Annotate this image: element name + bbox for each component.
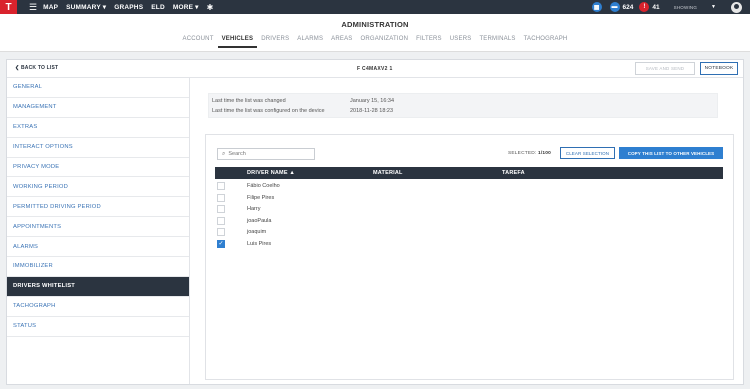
vehicle-card: ❮ BACK TO LIST F C4MAXV2 1 SAVE AND SEND… [6, 59, 744, 385]
admin-header: ADMINISTRATION ACCOUNT VEHICLES DRIVERS … [0, 14, 750, 52]
table-row[interactable]: joaquim [215, 226, 723, 238]
nav-map[interactable]: MAP [43, 4, 58, 11]
user-avatar-icon[interactable] [731, 1, 742, 13]
sidebar-item-management[interactable]: MANAGEMENT [7, 98, 189, 118]
info-row-configured: Last time the list was configured on the… [212, 108, 393, 114]
driver-name: joaoPaula [247, 217, 272, 224]
tab-drivers[interactable]: DRIVERS [257, 36, 293, 48]
configured-value: 2018-11-28 18:23 [350, 108, 394, 114]
logo-text: T [5, 1, 12, 13]
sidebar-item-extras[interactable]: EXTRAS [7, 118, 189, 138]
admin-tabs: ACCOUNT VEHICLES DRIVERS ALARMS AREAS OR… [0, 36, 750, 48]
tab-areas[interactable]: AREAS [327, 36, 356, 48]
sidebar-item-drivers-whitelist[interactable]: DRIVERS WHITELIST [7, 276, 189, 297]
hamburger-icon[interactable]: ☰ [29, 2, 37, 13]
sidebar-item-tachograph[interactable]: TACHOGRAPH [7, 297, 189, 317]
chevron-down-icon[interactable]: ▼ [711, 4, 716, 10]
top-nav: MAP SUMMARY ▾ GRAPHS ELD MORE ▾ ✱ [43, 3, 213, 12]
changed-value: January 15, 16:34 [350, 98, 395, 104]
checkmark-icon: ✓ [218, 241, 224, 248]
row-checkbox[interactable] [217, 205, 225, 214]
tab-terminals[interactable]: TERMINALS [475, 36, 519, 48]
table-row[interactable]: Fábio Coelho [215, 180, 723, 192]
search-input[interactable] [228, 151, 309, 157]
nav-graphs[interactable]: GRAPHS [114, 4, 143, 11]
chat-icon[interactable]: ▬ [609, 2, 620, 12]
table-header: DRIVER NAME ▲ MATERIAL TAREFA [215, 167, 723, 179]
sidebar-item-status[interactable]: STATUS [7, 317, 189, 337]
selected-value: 1/100 [538, 151, 552, 156]
row-checkbox[interactable] [217, 216, 225, 225]
driver-name: Luis Pires [247, 240, 272, 247]
tab-account[interactable]: ACCOUNT [179, 36, 218, 48]
nav-more[interactable]: MORE ▾ [173, 3, 199, 11]
tab-users[interactable]: USERS [446, 36, 476, 48]
sidebar-item-alarms[interactable]: ALARMS [7, 237, 189, 258]
changed-label: Last time the list was changed [212, 98, 286, 104]
page-title: ADMINISTRATION [341, 20, 409, 29]
search-box[interactable]: ⌕ [217, 148, 315, 160]
column-driver-name[interactable]: DRIVER NAME ▲ [247, 170, 295, 176]
column-tarefa[interactable]: TAREFA [502, 170, 525, 176]
sidebar-item-immobilizer[interactable]: IMMOBILIZER [7, 257, 189, 277]
selected-label: SELECTED: [508, 151, 537, 156]
row-checkbox[interactable] [217, 193, 225, 202]
tab-alarms[interactable]: ALARMS [293, 36, 327, 48]
search-icon: ⌕ [222, 150, 226, 157]
tab-filters[interactable]: FILTERS [412, 36, 446, 48]
brand-logo[interactable]: T [0, 0, 17, 14]
nav-eld[interactable]: ELD [151, 4, 165, 11]
calendar-icon[interactable]: ▦ [591, 2, 602, 12]
selected-count: SELECTED: 1/100 [508, 151, 551, 156]
nav-summary[interactable]: SUMMARY ▾ [66, 3, 106, 11]
list-info-box: Last time the list was changed January 1… [208, 93, 718, 118]
tab-organization[interactable]: ORGANIZATION [357, 36, 413, 48]
alert-count: 41 [652, 3, 660, 11]
sidebar-item-privacy-mode[interactable]: PRIVACY MODE [7, 158, 189, 178]
save-and-send-button[interactable]: SAVE AND SEND [635, 62, 695, 75]
table-row[interactable]: Harry [215, 203, 723, 215]
driver-name: joaquim [247, 229, 267, 236]
row-checkbox[interactable] [217, 228, 225, 237]
info-row-changed: Last time the list was changed January 1… [212, 98, 394, 104]
gear-icon[interactable]: ✱ [207, 3, 214, 12]
card-header: ❮ BACK TO LIST F C4MAXV2 1 SAVE AND SEND… [7, 60, 743, 78]
vehicle-name: F C4MAXV2 1 [357, 66, 393, 72]
drivers-table-body: Fábio Coelho Filipe Pires Harry joaoPaul… [215, 180, 723, 250]
copy-list-button[interactable]: COPY THIS LIST TO OTHER VEHICLES [619, 147, 723, 159]
sidebar-item-interact-options[interactable]: INTERACT OPTIONS [7, 138, 189, 158]
configured-label: Last time the list was configured on the… [212, 108, 325, 114]
back-label: BACK TO LIST [20, 65, 59, 71]
top-right-tools: ▦ ▬ 624 ! 41 SHOWING ▼ [591, 0, 750, 14]
tab-tachograph[interactable]: TACHOGRAPH [520, 36, 572, 48]
column-material[interactable]: MATERIAL [373, 170, 403, 176]
drivers-list-panel: ⌕ SELECTED: 1/100 CLEAR SELECTION COPY T… [205, 134, 734, 380]
table-row[interactable]: Filipe Pires [215, 192, 723, 204]
showing-label[interactable]: SHOWING [674, 5, 697, 10]
sidebar-item-working-period[interactable]: WORKING PERIOD [7, 177, 189, 198]
alert-icon[interactable]: ! [639, 2, 650, 12]
clear-selection-button[interactable]: CLEAR SELECTION [560, 147, 615, 159]
chat-count: 624 [622, 3, 634, 11]
settings-sidebar: GENERAL MANAGEMENT EXTRAS INTERACT OPTIO… [7, 78, 190, 384]
row-checkbox[interactable] [217, 182, 225, 190]
row-checkbox-checked[interactable]: ✓ [217, 239, 225, 248]
table-row[interactable]: ✓ Luis Pires [215, 238, 723, 250]
sidebar-item-permitted-driving-period[interactable]: PERMITTED DRIVING PERIOD [7, 197, 189, 218]
driver-name: Filipe Pires [247, 194, 275, 201]
sidebar-item-general[interactable]: GENERAL [7, 78, 189, 98]
driver-name: Harry [247, 206, 261, 213]
top-bar: T ☰ MAP SUMMARY ▾ GRAPHS ELD MORE ▾ ✱ ▦ … [0, 0, 750, 14]
notebook-button[interactable]: NOTEBOOK [700, 62, 738, 75]
table-row[interactable]: joaoPaula [215, 215, 723, 227]
driver-name: Fábio Coelho [247, 183, 280, 189]
sidebar-item-appointments[interactable]: APPOINTMENTS [7, 217, 189, 238]
tab-vehicles[interactable]: VEHICLES [217, 36, 258, 48]
back-to-list-link[interactable]: ❮ BACK TO LIST [15, 65, 58, 71]
